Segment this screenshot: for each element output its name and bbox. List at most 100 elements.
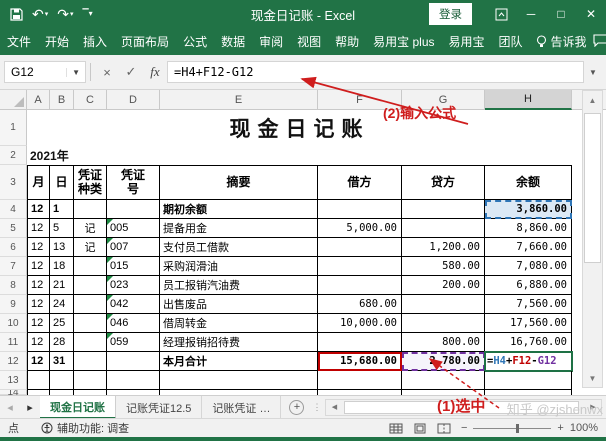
ribbon-tab-0[interactable]: 文件: [0, 28, 38, 55]
cell-E4[interactable]: 期初余额: [160, 200, 318, 219]
zoom-slider-thumb[interactable]: [516, 424, 519, 433]
cell-A8[interactable]: 12: [27, 276, 50, 295]
cell-B10[interactable]: 25: [50, 314, 74, 333]
ribbon-tab-1[interactable]: 开始: [38, 28, 76, 55]
cell-A5[interactable]: 12: [27, 219, 50, 238]
cell-C12[interactable]: [74, 352, 107, 371]
cell-B9[interactable]: 24: [50, 295, 74, 314]
header-cell-4[interactable]: 摘要: [160, 165, 318, 200]
cell-E8[interactable]: 员工报销汽油费: [160, 276, 318, 295]
row-header-5[interactable]: 5: [0, 219, 27, 238]
vertical-scroll-thumb[interactable]: [584, 113, 601, 263]
cell-C5[interactable]: 记: [74, 219, 107, 238]
insert-function-icon[interactable]: fx: [143, 61, 167, 83]
scroll-down-icon[interactable]: ▼: [583, 369, 602, 387]
cell-F11[interactable]: [318, 333, 402, 352]
customize-quick-access-icon[interactable]: ▔▾: [83, 10, 93, 18]
cell-D6[interactable]: 007: [107, 238, 160, 257]
col-header-B[interactable]: B: [50, 90, 74, 110]
cell-F4[interactable]: [318, 200, 402, 219]
cell-G13[interactable]: [402, 371, 485, 390]
header-cell-2[interactable]: 凭证 种类: [74, 165, 107, 200]
col-header-H[interactable]: H: [485, 90, 572, 110]
tell-me[interactable]: 告诉我: [530, 33, 593, 50]
cell-C4[interactable]: [74, 200, 107, 219]
cell-A9[interactable]: 12: [27, 295, 50, 314]
cell-D4[interactable]: [107, 200, 160, 219]
accessibility-checker[interactable]: 辅助功能: 调查: [41, 420, 129, 436]
row-header-12[interactable]: 12: [0, 352, 27, 371]
cell-E10[interactable]: 借周转金: [160, 314, 318, 333]
cell-B6[interactable]: 13: [50, 238, 74, 257]
enter-formula-icon[interactable]: ✓: [119, 61, 143, 83]
ribbon-tab-7[interactable]: 视图: [290, 28, 328, 55]
undo-dropdown-icon[interactable]: ▾: [45, 11, 49, 18]
header-cell-1[interactable]: 日: [50, 165, 74, 200]
cell-D5[interactable]: 005: [107, 219, 160, 238]
cell-G6[interactable]: 1,200.00: [402, 238, 485, 257]
cell-E9[interactable]: 出售废品: [160, 295, 318, 314]
cell-A7[interactable]: 12: [27, 257, 50, 276]
year-cell[interactable]: 2021年: [27, 146, 572, 165]
horizontal-scroll-thumb[interactable]: [344, 401, 579, 414]
cell-G12[interactable]: 2,780.00: [402, 352, 485, 371]
cell-A11[interactable]: 12: [27, 333, 50, 352]
row-header-13[interactable]: 13: [0, 371, 27, 390]
cell-H12[interactable]: =H4+F12-G12: [485, 352, 572, 371]
row-header-10[interactable]: 10: [0, 314, 27, 333]
header-cell-6[interactable]: 贷方: [402, 165, 485, 200]
tab-splitter[interactable]: ⋮: [312, 402, 321, 413]
cell-D7[interactable]: 015: [107, 257, 160, 276]
name-box-dropdown-icon[interactable]: ▼: [66, 68, 85, 77]
name-box[interactable]: G12 ▼: [4, 61, 86, 83]
row-header-9[interactable]: 9: [0, 295, 27, 314]
cell-A13[interactable]: [27, 371, 50, 390]
cancel-formula-icon[interactable]: ×: [95, 61, 119, 83]
cell-H6[interactable]: 7,660.00: [485, 238, 572, 257]
row-header-1[interactable]: 1: [0, 110, 27, 146]
cell-F9[interactable]: 680.00: [318, 295, 402, 314]
scroll-up-icon[interactable]: ▲: [583, 91, 602, 109]
cell-G7[interactable]: 580.00: [402, 257, 485, 276]
zoom-out-icon[interactable]: −: [461, 422, 467, 434]
scroll-left-icon[interactable]: ◀: [326, 403, 342, 411]
cell-B12[interactable]: 31: [50, 352, 74, 371]
cell-B11[interactable]: 28: [50, 333, 74, 352]
redo-icon[interactable]: ↷▾: [57, 7, 73, 21]
cell-B8[interactable]: 21: [50, 276, 74, 295]
ribbon-tab-9[interactable]: 易用宝 plus: [366, 28, 441, 55]
cell-B4[interactable]: 1: [50, 200, 74, 219]
row-header-11[interactable]: 11: [0, 333, 27, 352]
cell-G8[interactable]: 200.00: [402, 276, 485, 295]
cell-E6[interactable]: 支付员工借款: [160, 238, 318, 257]
zoom-in-icon[interactable]: +: [557, 422, 563, 434]
cell-G9[interactable]: [402, 295, 485, 314]
cell-F13[interactable]: [318, 371, 402, 390]
sheet-tab-1[interactable]: 记账凭证12.5: [116, 396, 202, 419]
row-header-6[interactable]: 6: [0, 238, 27, 257]
zoom-level[interactable]: 100%: [570, 422, 598, 434]
minimize-button[interactable]: ─: [516, 0, 546, 28]
close-button[interactable]: ✕: [576, 0, 606, 28]
expand-formula-bar-icon[interactable]: ▼: [584, 68, 602, 77]
cell-E5[interactable]: 提备用金: [160, 219, 318, 238]
cell-C8[interactable]: [74, 276, 107, 295]
cell-E7[interactable]: 采购润滑油: [160, 257, 318, 276]
sheet-title[interactable]: 现金日记账: [27, 110, 572, 146]
cell-F12[interactable]: 15,680.00: [318, 352, 402, 371]
cell-B7[interactable]: 18: [50, 257, 74, 276]
comment-icon[interactable]: [593, 34, 606, 50]
cell-D13[interactable]: [107, 371, 160, 390]
select-all-corner[interactable]: [0, 90, 27, 110]
new-sheet-button[interactable]: +: [289, 400, 304, 415]
ribbon-tab-2[interactable]: 插入: [76, 28, 114, 55]
cell-B5[interactable]: 5: [50, 219, 74, 238]
login-button[interactable]: 登录: [429, 3, 472, 25]
cell-D9[interactable]: 042: [107, 295, 160, 314]
ribbon-tab-4[interactable]: 公式: [176, 28, 214, 55]
prev-sheet-icon[interactable]: ◂: [0, 401, 20, 414]
cell-E13[interactable]: [160, 371, 318, 390]
cell-H10[interactable]: 17,560.00: [485, 314, 572, 333]
page-layout-view-icon[interactable]: [413, 423, 427, 434]
row-header-4[interactable]: 4: [0, 200, 27, 219]
